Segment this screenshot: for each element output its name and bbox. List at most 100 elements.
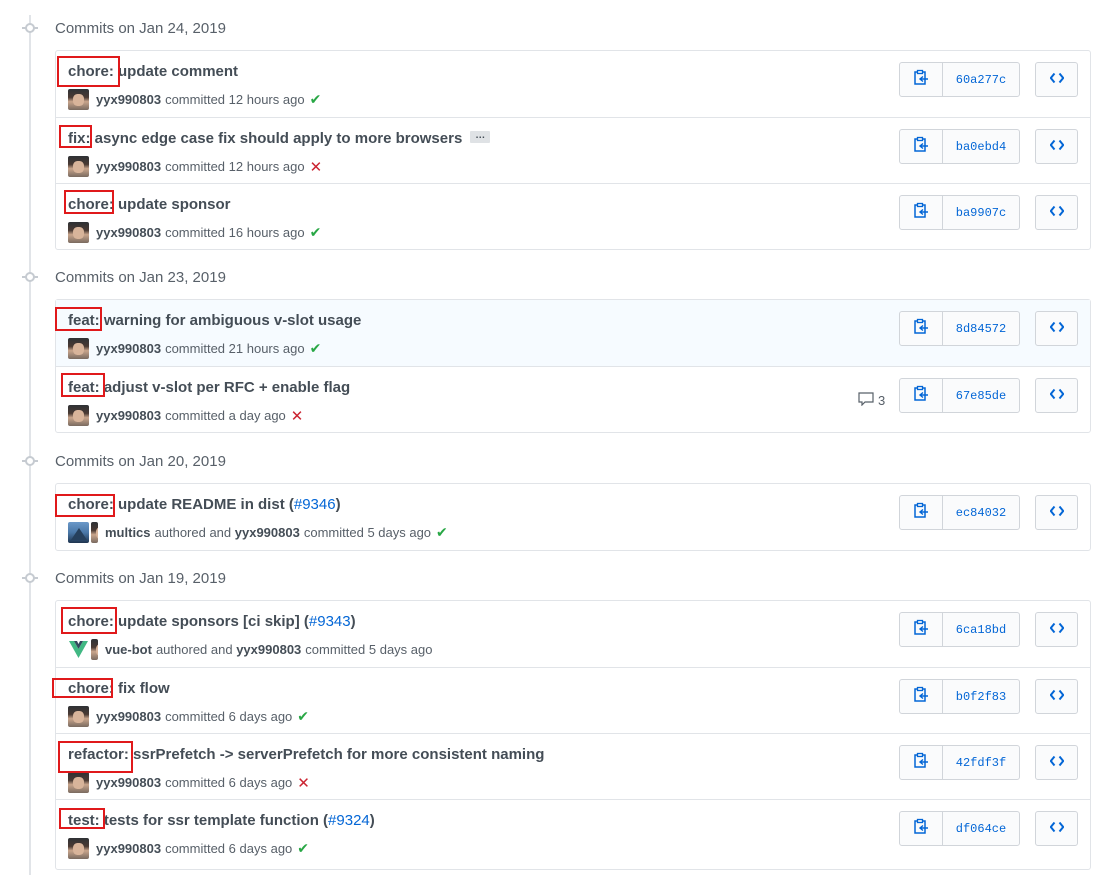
commit-sha-link[interactable]: ec84032 [943,496,1019,529]
commit-sha-link[interactable]: ba0ebd4 [943,130,1019,163]
commit-message-text[interactable]: async edge case fix should apply to more… [95,130,463,147]
check-icon[interactable]: ✔ [310,340,322,357]
copy-sha-button[interactable] [900,379,943,412]
commit-sha-link[interactable]: 42fdf3f [943,746,1019,779]
avatar[interactable] [68,706,89,727]
pull-request-link[interactable]: #9343 [309,613,351,630]
commit-message-text[interactable]: update README in dist ( [118,496,294,513]
avatar[interactable] [68,89,89,110]
commit-message-text[interactable]: ssrPrefetch -> serverPrefetch for more c… [133,746,544,763]
browse-repo-button[interactable] [1035,311,1078,346]
copy-sha-button[interactable] [900,196,943,229]
commit-author[interactable]: yyx990803 [235,525,300,540]
commit-author[interactable]: yyx990803 [96,92,161,107]
commit-sha-link[interactable]: df064ce [943,812,1019,845]
commit-message[interactable]: chore: update sponsors [ci skip] (#9343) [68,613,356,630]
pull-request-link[interactable]: #9324 [328,812,370,829]
commit-message[interactable]: chore: update README in dist (#9346) [68,496,341,513]
commit-author[interactable]: yyx990803 [96,775,161,790]
check-icon[interactable]: ✔ [297,708,309,725]
commit-author[interactable]: yyx990803 [96,841,161,856]
copy-sha-button[interactable] [900,613,943,646]
avatar[interactable] [68,405,89,426]
comments-link[interactable]: 3 [858,392,885,409]
check-icon[interactable]: ✔ [297,840,309,857]
expand-message-button[interactable]: … [470,131,491,144]
commit-message[interactable]: chore: update comment [68,63,238,80]
clipboard-icon [913,385,929,406]
copy-sha-button[interactable] [900,680,943,713]
commit-author[interactable]: yyx990803 [96,709,161,724]
commit-message[interactable]: chore: fix flow [68,680,170,697]
x-icon[interactable]: ✕ [310,158,323,176]
copy-sha-button[interactable] [900,746,943,779]
commit-message-close: ) [335,496,341,513]
commit-type: fix: [68,130,91,147]
commit-time: 12 hours ago [228,159,305,174]
avatar[interactable] [68,338,89,359]
copy-sha-button[interactable] [900,130,943,163]
commit-message[interactable]: feat: warning for ambiguous v-slot usage [68,312,361,329]
commit-co-author[interactable]: multics [105,525,151,540]
browse-repo-button[interactable] [1035,378,1078,413]
commit-co-author[interactable]: vue-bot [105,642,152,657]
commit-author[interactable]: yyx990803 [96,408,161,423]
commit-message-text[interactable]: tests for ssr template function ( [104,812,328,829]
commit-author[interactable]: yyx990803 [96,159,161,174]
commit-message[interactable]: refactor: ssrPrefetch -> serverPrefetch … [68,746,544,763]
vue-logo-icon[interactable] [68,639,89,660]
commit-message[interactable]: feat: adjust v-slot per RFC + enable fla… [68,379,350,396]
browse-repo-button[interactable] [1035,495,1078,530]
commit-action: committed [165,225,226,240]
avatar[interactable] [68,222,89,243]
commit-row: feat: adjust v-slot per RFC + enable fla… [56,366,1090,432]
commit-message[interactable]: test: tests for ssr template function (#… [68,812,375,829]
commit-authored: authored and [154,525,232,540]
commit-sha-link[interactable]: b0f2f83 [943,680,1019,713]
copy-sha-button[interactable] [900,812,943,845]
commit-message-text[interactable]: update sponsor [118,196,231,213]
commit-type: feat: [68,379,100,396]
browse-repo-button[interactable] [1035,195,1078,230]
commit-author[interactable]: yyx990803 [96,225,161,240]
commit-message-text[interactable]: update comment [118,63,238,80]
check-icon[interactable]: ✔ [310,91,322,108]
browse-repo-button[interactable] [1035,612,1078,647]
commit-author[interactable]: yyx990803 [96,341,161,356]
avatar[interactable] [91,639,98,660]
check-icon[interactable]: ✔ [310,224,322,241]
browse-repo-button[interactable] [1035,745,1078,780]
avatar[interactable] [91,522,98,543]
browse-repo-button[interactable] [1035,679,1078,714]
commit-message-text[interactable]: fix flow [118,680,170,697]
commit-message[interactable]: chore: update sponsor [68,196,231,213]
commit-sha-link[interactable]: 6ca18bd [943,613,1019,646]
x-icon[interactable]: ✕ [291,407,304,425]
commit-message-text[interactable]: warning for ambiguous v-slot usage [104,312,362,329]
copy-sha-button[interactable] [900,496,943,529]
commit-sha-link[interactable]: ba9907c [943,196,1019,229]
commit-message-text[interactable]: adjust v-slot per RFC + enable flag [104,379,350,396]
browse-repo-button[interactable] [1035,129,1078,164]
commit-type: chore: [68,63,114,80]
code-icon [1049,387,1064,405]
x-icon[interactable]: ✕ [297,774,310,792]
pull-request-link[interactable]: #9346 [294,496,336,513]
commit-type: test: [68,812,100,829]
copy-sha-button[interactable] [900,312,943,345]
avatar[interactable] [68,156,89,177]
browse-repo-button[interactable] [1035,62,1078,97]
avatar[interactable] [68,772,89,793]
avatar[interactable] [68,838,89,859]
commit-sha-link[interactable]: 60a277c [943,63,1019,96]
avatar[interactable] [68,522,89,543]
commit-sha-link[interactable]: 67e85de [943,379,1019,412]
browse-repo-button[interactable] [1035,811,1078,846]
commit-sha-link[interactable]: 8d84572 [943,312,1019,345]
copy-sha-button[interactable] [900,63,943,96]
commit-message-text[interactable]: update sponsors [ci skip] ( [118,613,309,630]
commit-author[interactable]: yyx990803 [236,642,301,657]
commit-message[interactable]: fix: async edge case fix should apply to… [68,130,491,147]
check-icon[interactable]: ✔ [436,524,448,541]
commit-time: 16 hours ago [228,225,305,240]
